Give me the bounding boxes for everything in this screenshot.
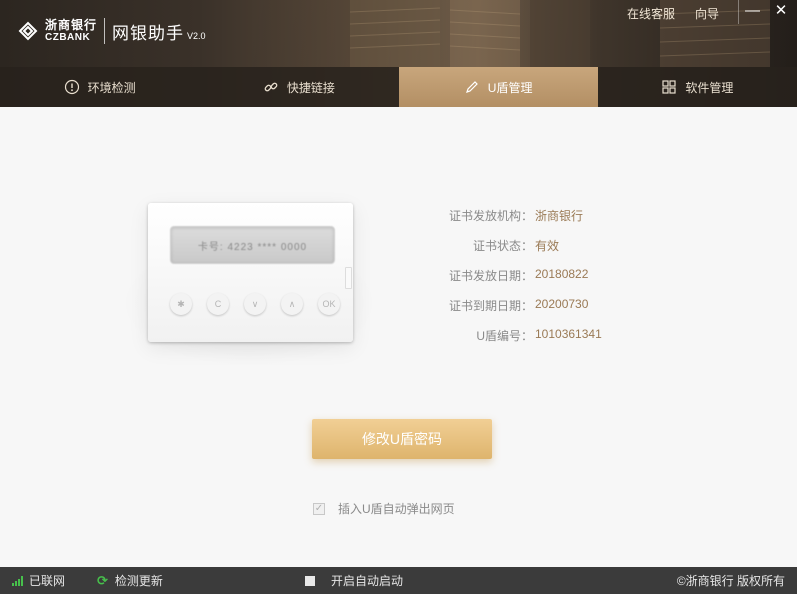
cert-status-value: 有效 xyxy=(535,239,560,253)
guide-link[interactable]: 向导 xyxy=(695,5,719,22)
logo-cn-text: 浙商银行 xyxy=(45,18,98,32)
copyright: ©浙商银行 版权所有 xyxy=(677,567,785,594)
auto-popup-label[interactable]: 插入U盾自动弹出网页 xyxy=(338,500,455,517)
cert-issue-date-row: 证书发放日期： 20180822 xyxy=(440,267,602,297)
device-side-button xyxy=(345,267,352,289)
tab-environment-check[interactable]: 环境检测 xyxy=(0,67,199,107)
signal-icon xyxy=(12,575,23,586)
check-update-text[interactable]: 检测更新 xyxy=(115,572,163,589)
cert-expiry-date-value: 20200730 xyxy=(535,297,589,311)
minimize-button[interactable]: — xyxy=(738,0,766,24)
down-key: ∨ xyxy=(244,293,266,315)
ukey-device-image: 卡号: 4223 **** 0000 ✱ C ∨ ∧ OK xyxy=(148,203,353,342)
auto-popup-option[interactable]: ✓ 插入U盾自动弹出网页 xyxy=(313,500,455,517)
up-key: ∧ xyxy=(281,293,303,315)
grid-icon xyxy=(661,79,677,95)
auto-popup-checkbox[interactable]: ✓ xyxy=(313,502,325,515)
ukey-number-value: 1010361341 xyxy=(535,327,602,341)
network-status-text: 已联网 xyxy=(29,574,66,588)
tab-label: 环境检测 xyxy=(87,80,136,95)
tab-ukey-management[interactable]: U盾管理 xyxy=(398,67,598,107)
tab-quick-links[interactable]: 快捷链接 xyxy=(199,67,398,107)
clear-key: C xyxy=(207,293,229,315)
pen-icon xyxy=(464,79,480,95)
app-title: 网银助手 xyxy=(112,23,185,43)
cert-issue-date-value: 20180822 xyxy=(535,267,589,281)
copyright-text: ©浙商银行 版权所有 xyxy=(676,574,785,588)
change-ukey-password-button[interactable]: 修改U盾密码 xyxy=(312,419,492,459)
tab-software-management[interactable]: 软件管理 xyxy=(598,67,797,107)
network-status: 已联网 xyxy=(12,567,65,594)
tab-label: 快捷链接 xyxy=(286,80,335,95)
top-links: 在线客服 向导 xyxy=(627,5,719,22)
logo-divider xyxy=(104,18,106,44)
czbank-logo-icon xyxy=(18,21,38,41)
info-icon xyxy=(64,79,80,95)
ukey-number-row: U盾编号： 1010361341 xyxy=(440,327,602,357)
tab-label: 软件管理 xyxy=(685,80,734,95)
cert-expiry-date-row: 证书到期日期： 20200730 xyxy=(440,297,602,327)
app-version: V2.0 xyxy=(187,31,206,41)
app-header: 浙商银行 CZBANK 网银助手 V2.0 在线客服 向导 — ✕ 环境检测 快… xyxy=(0,0,797,107)
logo-en-text: CZBANK xyxy=(45,32,91,43)
device-screen: 卡号: 4223 **** 0000 xyxy=(170,226,335,264)
cert-status-label: 证书状态： xyxy=(472,239,533,253)
cert-issue-date-label: 证书发放日期： xyxy=(448,269,533,283)
logo-text: 浙商银行 CZBANK xyxy=(45,18,98,44)
certificate-info: 证书发放机构： 浙商银行 证书状态： 有效 证书发放日期： 20180822 证… xyxy=(440,207,602,357)
ukey-number-label: U盾编号： xyxy=(476,329,533,343)
cert-status-row: 证书状态： 有效 xyxy=(440,237,602,267)
refresh-icon: ⟳ xyxy=(97,572,108,588)
bank-logo: 浙商银行 CZBANK 网银助手 V2.0 xyxy=(16,18,206,44)
tab-label: U盾管理 xyxy=(487,80,533,95)
cert-issuer-label: 证书发放机构： xyxy=(448,209,533,223)
status-bar: 已联网 ⟳ 检测更新 开启自动启动 ©浙商银行 版权所有 xyxy=(0,567,797,594)
cert-issuer-value: 浙商银行 xyxy=(535,209,584,223)
bluetooth-key-icon: ✱ xyxy=(170,293,192,315)
close-button[interactable]: ✕ xyxy=(767,0,795,24)
autostart-checkbox[interactable] xyxy=(305,575,315,586)
autostart-label[interactable]: 开启自动启动 xyxy=(331,572,403,589)
online-service-link[interactable]: 在线客服 xyxy=(627,5,675,22)
autostart-option[interactable]: 开启自动启动 xyxy=(305,567,403,594)
building-background xyxy=(349,0,771,67)
cert-issuer-row: 证书发放机构： 浙商银行 xyxy=(440,207,602,237)
main-tabs: 环境检测 快捷链接 U盾管理 软件管理 xyxy=(0,67,797,107)
ok-key: OK xyxy=(318,293,340,315)
cert-expiry-date-label: 证书到期日期： xyxy=(448,299,533,313)
link-icon xyxy=(263,79,279,95)
check-update-link[interactable]: ⟳ 检测更新 xyxy=(97,567,163,594)
device-keys: ✱ C ∨ ∧ OK xyxy=(170,293,340,315)
